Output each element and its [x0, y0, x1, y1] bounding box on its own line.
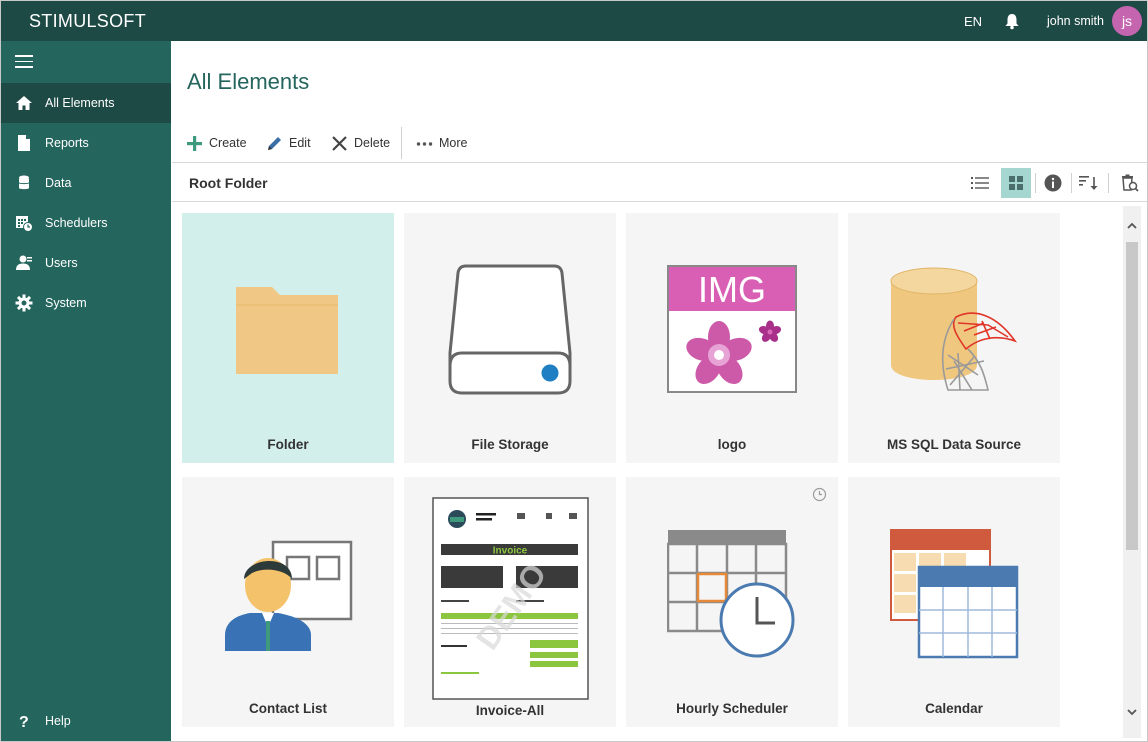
- scheduler-icon: [16, 216, 33, 232]
- sidebar-item-label: Reports: [45, 136, 89, 150]
- sidebar-item-users[interactable]: Users: [1, 243, 171, 283]
- view-separator: [1035, 173, 1036, 193]
- page-title: All Elements: [187, 69, 310, 94]
- main-content: All Elements Create Edit Delete More Roo…: [172, 41, 1147, 741]
- img-badge-text: IMG: [698, 269, 766, 310]
- element-tile-calendar[interactable]: Calendar: [848, 477, 1060, 727]
- calendar-icon: [890, 529, 1019, 659]
- element-label: logo: [717, 437, 747, 452]
- element-tile-file-storage[interactable]: File Storage: [404, 213, 616, 463]
- hamburger-menu-icon[interactable]: [15, 55, 33, 69]
- users-icon: [16, 255, 32, 270]
- recycle-bin-icon: [1122, 174, 1139, 192]
- element-tile-logo[interactable]: IMG logo: [626, 213, 838, 463]
- element-label: Invoice-All: [475, 703, 545, 718]
- sidebar-item-system[interactable]: System: [1, 283, 171, 323]
- sidebar-item-all-elements[interactable]: All Elements: [1, 83, 171, 123]
- element-label: File Storage: [471, 437, 549, 452]
- element-label: Contact List: [248, 701, 327, 716]
- sidebar-item-label: Data: [45, 176, 72, 190]
- file-storage-icon: [448, 264, 572, 395]
- hourly-scheduler-icon: [667, 530, 795, 658]
- recycle-bin-button[interactable]: [1114, 168, 1144, 198]
- toolbar: Create Edit Delete More: [172, 127, 1147, 159]
- element-tile-folder[interactable]: Folder: [182, 213, 394, 463]
- avatar[interactable]: js: [1112, 6, 1142, 36]
- element-label: MS SQL Data Source: [886, 437, 1022, 452]
- list-view-button[interactable]: [965, 168, 995, 198]
- pencil-icon: [268, 136, 281, 150]
- folder-title: Root Folder: [189, 175, 268, 191]
- tile-view-icon: [1009, 176, 1023, 190]
- delete-label: Delete: [354, 136, 391, 150]
- invoice-heading: Invoice: [493, 546, 528, 557]
- database-icon: [18, 175, 30, 190]
- vertical-scrollbar[interactable]: [1123, 206, 1141, 738]
- more-label: More: [439, 136, 468, 150]
- clock-icon: [812, 487, 827, 502]
- elements-grid: Folder File Storage IMG logo MS SQL Data…: [172, 203, 1122, 741]
- brand-logo: STIMULSOFT: [29, 11, 147, 31]
- sidebar-item-reports[interactable]: Reports: [1, 123, 171, 163]
- invoice-thumbnail: Invoice DEMO: [432, 497, 589, 700]
- element-tile-hourly-scheduler[interactable]: Hourly Scheduler: [626, 477, 838, 727]
- help-icon: ?: [19, 714, 29, 730]
- tile-view-button[interactable]: [1001, 168, 1031, 198]
- bell-icon[interactable]: [1003, 12, 1021, 30]
- sidebar-item-label: System: [45, 296, 87, 310]
- create-button[interactable]: Create: [186, 129, 247, 157]
- delete-icon: [332, 135, 347, 151]
- plus-icon: [187, 135, 202, 151]
- view-separator: [1071, 173, 1072, 193]
- delete-button[interactable]: Delete: [331, 129, 390, 157]
- home-icon: [16, 96, 32, 110]
- user-name[interactable]: john smith: [1047, 14, 1104, 28]
- ms-sql-icon: [890, 267, 1018, 391]
- gear-icon: [15, 294, 33, 312]
- element-tile-invoice-all[interactable]: Invoice DEMO Invoice-All: [404, 477, 616, 727]
- more-button[interactable]: More: [416, 129, 467, 157]
- scroll-down-icon[interactable]: [1126, 706, 1138, 718]
- toolbar-separator: [401, 127, 402, 159]
- sidebar-item-schedulers[interactable]: Schedulers: [1, 203, 171, 243]
- report-file-icon: [18, 135, 30, 151]
- scrollbar-thumb[interactable]: [1126, 242, 1138, 550]
- more-dots-icon: [416, 141, 433, 146]
- sidebar-item-label: Schedulers: [45, 216, 108, 230]
- list-view-icon: [971, 177, 989, 189]
- app-window: STIMULSOFT EN john smith js All Elements…: [0, 0, 1148, 742]
- sidebar-item-data[interactable]: Data: [1, 163, 171, 203]
- svg-text:?: ?: [19, 714, 29, 730]
- info-icon: [1044, 174, 1062, 192]
- language-selector[interactable]: EN: [964, 14, 982, 29]
- help-label: Help: [45, 714, 71, 728]
- sidebar-item-help[interactable]: ? Help: [1, 701, 171, 741]
- element-label: Hourly Scheduler: [676, 701, 788, 716]
- edit-button[interactable]: Edit: [266, 129, 311, 157]
- create-label: Create: [209, 136, 247, 150]
- element-label: Folder: [267, 437, 309, 452]
- sidebar: All Elements Reports Data Schedulers Use…: [1, 41, 171, 741]
- element-label: Calendar: [925, 701, 983, 716]
- scroll-up-icon[interactable]: [1126, 220, 1138, 232]
- element-tile-contact-list[interactable]: Contact List: [182, 477, 394, 727]
- element-tile-ms-sql-data-source[interactable]: MS SQL Data Source: [848, 213, 1060, 463]
- contact-list-icon: [225, 540, 353, 651]
- folder-bar: Root Folder: [172, 162, 1147, 202]
- info-button[interactable]: [1038, 168, 1068, 198]
- sort-icon: [1079, 176, 1098, 190]
- top-bar: STIMULSOFT EN john smith js: [1, 1, 1147, 41]
- folder-icon: [236, 287, 338, 374]
- image-icon: IMG: [667, 265, 797, 393]
- sort-button[interactable]: [1074, 168, 1104, 198]
- sidebar-item-label: Users: [45, 256, 78, 270]
- edit-label: Edit: [289, 136, 311, 150]
- view-separator: [1108, 173, 1109, 193]
- sidebar-item-label: All Elements: [45, 96, 115, 110]
